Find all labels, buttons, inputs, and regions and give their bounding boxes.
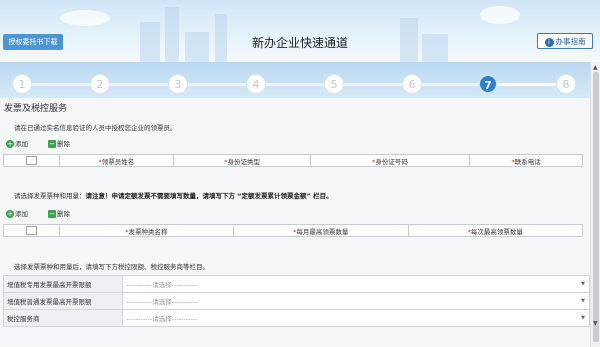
form-row: 增值税专用发票最高开票限额 -----------请选择----------- ▼ (2, 275, 590, 293)
minus-icon: − (48, 140, 56, 148)
table-header: *身份证号码 (309, 154, 471, 167)
cloud-decoration (60, 10, 110, 26)
scroll-up-icon[interactable]: ▲ (593, 64, 598, 71)
invoice-note: 请选择发票票种和用量：请注意！申请定额发票不需要填写数量，请填写下方 “定额发票… (14, 192, 333, 200)
delete-ticket-button[interactable]: − 删除 (48, 139, 70, 149)
step-5[interactable]: 5 (324, 74, 344, 94)
step-6[interactable]: 6 (402, 74, 422, 94)
table-header-row: *发票种类名称 *每月最高领票数量 *每次最高领票数量 (3, 224, 583, 237)
tax-service-provider-select[interactable]: -----------请选择----------- ▼ (122, 309, 590, 327)
checkbox[interactable] (25, 156, 37, 165)
table-header: *每月最高领票数量 (233, 224, 409, 237)
field-label: 增值税专用发票最高开票限额 (2, 275, 124, 293)
table-header-row: *领票员姓名 *身份证类型 *身份证号码 *联系电话 (3, 154, 583, 167)
add-label: 添加 (15, 140, 28, 148)
minus-icon: − (48, 210, 56, 218)
step-7[interactable]: 7 (478, 74, 498, 94)
scroll-thumb[interactable] (593, 72, 599, 342)
step-1[interactable]: 1 (12, 74, 32, 94)
guide-button-label: 办事指南 (555, 37, 586, 46)
step-progress: 1 2 3 4 5 6 7 8 (0, 62, 600, 98)
table-header: *发票种类名称 (58, 224, 235, 237)
chevron-down-icon: ▼ (581, 315, 585, 321)
ticket-note: 请在已通过实名信息验证的人员中授权您企业的领票员。 (14, 124, 177, 132)
chevron-down-icon: ▼ (581, 298, 585, 304)
step-8[interactable]: 8 (556, 74, 576, 94)
section-title: 发票及税控服务 (4, 104, 68, 114)
form-row: 税控服务商 -----------请选择----------- ▼ (2, 309, 590, 327)
step-4[interactable]: 4 (246, 74, 266, 94)
delete-label: 删除 (57, 210, 70, 218)
guide-button[interactable]: i 办事指南 (537, 33, 593, 49)
header-banner: 授权委托书下载 新办企业快速通道 i 办事指南 (0, 0, 600, 62)
cloud-decoration (480, 6, 520, 24)
field-label: 税控服务商 (2, 309, 124, 327)
add-ticket-button[interactable]: + 添加 (6, 139, 28, 149)
chevron-down-icon: ▼ (581, 281, 585, 287)
add-label: 添加 (15, 210, 28, 218)
main-content: 发票及税控服务 请在已通过实名信息验证的人员中授权您企业的领票员。 + 添加 − 删… (0, 98, 590, 347)
checkbox[interactable] (25, 226, 37, 235)
table-header: *每次最高领票数量 (407, 224, 583, 237)
table-header: *联系电话 (469, 154, 583, 167)
plus-icon: + (6, 140, 14, 148)
step-2[interactable]: 2 (90, 74, 110, 94)
vertical-scrollbar[interactable]: ▲ ▼ (590, 62, 600, 347)
delete-invoice-button[interactable]: − 删除 (48, 209, 70, 219)
table-header: *身份证类型 (173, 154, 311, 167)
select-all-cell[interactable] (3, 154, 60, 167)
form-row: 增值税普通发票最高开票限额 -----------请选择----------- ▼ (2, 292, 590, 310)
ticket-table: *领票员姓名 *身份证类型 *身份证号码 *联系电话 (3, 154, 583, 167)
limits-form: 增值税专用发票最高开票限额 -----------请选择----------- ▼… (2, 275, 590, 327)
general-invoice-limit-select[interactable]: -----------请选择----------- ▼ (122, 292, 590, 310)
special-invoice-limit-select[interactable]: -----------请选择----------- ▼ (122, 275, 590, 293)
select-all-cell[interactable] (3, 224, 60, 237)
step-3[interactable]: 3 (168, 74, 188, 94)
info-icon: i (544, 37, 554, 47)
scroll-down-icon[interactable]: ▼ (593, 320, 598, 327)
service-note: 选择发票票种和用量后，请填写下方税控限额、税控服务商等栏目。 (14, 263, 209, 271)
table-header: *领票员姓名 (58, 154, 175, 167)
invoice-table: *发票种类名称 *每月最高领票数量 *每次最高领票数量 (3, 224, 583, 237)
field-label: 增值税普通发票最高开票限额 (2, 292, 124, 310)
plus-icon: + (6, 210, 14, 218)
add-invoice-button[interactable]: + 添加 (6, 209, 28, 219)
delete-label: 删除 (57, 140, 70, 148)
page-title: 新办企业快速通道 (251, 36, 348, 50)
